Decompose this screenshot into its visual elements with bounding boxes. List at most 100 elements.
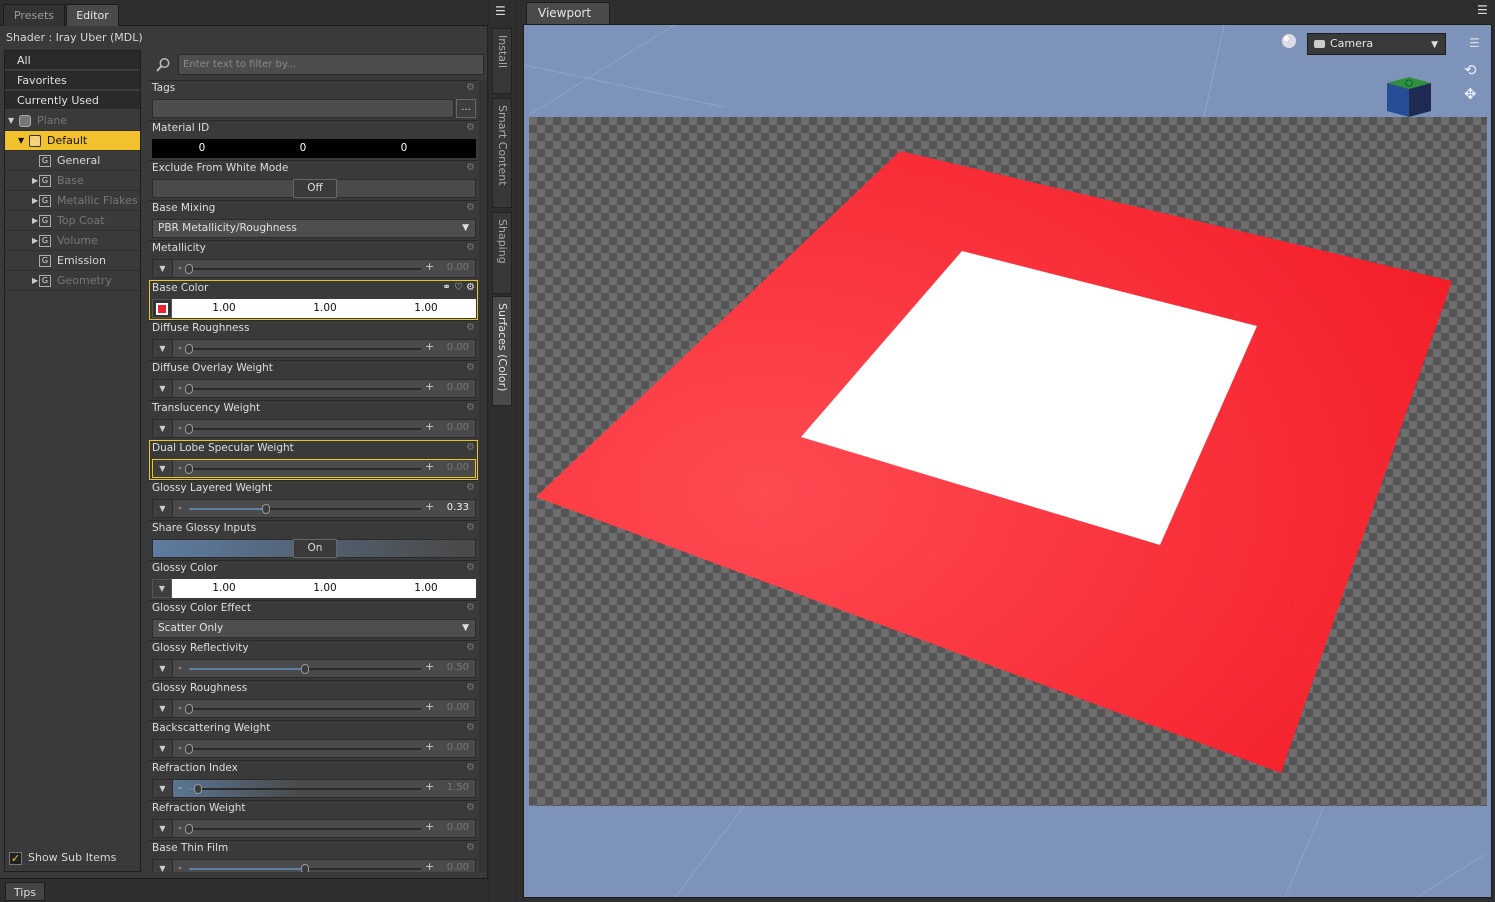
tab-viewport[interactable]: Viewport — [526, 2, 610, 24]
decrement-button[interactable]: - — [178, 701, 182, 714]
chevron-down-icon[interactable]: ▼ — [153, 740, 173, 757]
gear-icon[interactable]: ⚙ — [466, 642, 475, 653]
filter-all[interactable]: All — [5, 51, 140, 70]
property-scrollbar[interactable] — [479, 80, 487, 872]
slider-knob[interactable] — [185, 264, 193, 274]
slider-knob[interactable] — [185, 424, 193, 434]
slider-track[interactable] — [185, 464, 421, 474]
slider-value[interactable]: 0.00 — [447, 742, 469, 753]
glossy-reflectivity-slider[interactable]: ▼ - +0.50 — [152, 659, 476, 678]
gear-icon[interactable]: ⚙ — [466, 402, 475, 413]
slider-value[interactable]: 0.00 — [447, 342, 469, 353]
refraction-index-slider[interactable]: ▼ - +1.50 — [152, 779, 476, 798]
expand-open-icon[interactable]: ▼ — [18, 131, 24, 151]
color-swatch[interactable] — [152, 299, 172, 318]
decrement-button[interactable]: - — [178, 501, 182, 514]
tree-item-top-coat[interactable]: ▶ G Top Coat — [5, 211, 140, 231]
slider-knob[interactable] — [301, 864, 309, 872]
decrement-button[interactable]: - — [178, 821, 182, 834]
decrement-button[interactable]: - — [178, 861, 182, 872]
slider-knob[interactable] — [185, 744, 193, 754]
slider-value[interactable]: 0.00 — [447, 702, 469, 713]
slider-knob[interactable] — [194, 784, 203, 794]
value-field[interactable]: 1.00 — [275, 582, 375, 594]
gear-icon[interactable]: ⚙ — [466, 162, 475, 173]
tree-item-base[interactable]: ▶ G Base — [5, 171, 140, 191]
viewport-options-icon[interactable]: ☰ — [1469, 37, 1483, 49]
exclude-from-white-mode-toggle[interactable]: Off — [152, 179, 476, 198]
tree-item-metallic-flakes[interactable]: ▶ G Metallic Flakes — [5, 191, 140, 211]
increment-button[interactable]: + — [425, 420, 434, 433]
gear-icon[interactable]: ⚙ — [466, 122, 475, 133]
increment-button[interactable]: + — [425, 820, 434, 833]
gear-icon[interactable]: ⚙ — [466, 722, 475, 733]
gear-icon[interactable]: ⚙ — [466, 82, 475, 93]
show-sub-items-checkbox[interactable]: ✓ — [9, 852, 22, 865]
increment-button[interactable]: + — [425, 660, 434, 673]
backscattering-weight-slider[interactable]: ▼ - +0.00 — [152, 739, 476, 758]
slider-knob[interactable] — [185, 464, 193, 474]
tree-item-plane[interactable]: ▼ Plane — [5, 111, 140, 131]
tab-tips[interactable]: Tips — [5, 882, 45, 901]
slider-knob[interactable] — [185, 384, 193, 394]
chevron-down-icon[interactable]: ▼ — [153, 500, 173, 517]
base-color-fields[interactable]: 1.00 1.00 1.00 — [152, 299, 476, 318]
chevron-down-icon[interactable]: ▼ — [153, 340, 173, 357]
chevron-down-icon[interactable]: ▼ — [153, 860, 173, 872]
decrement-button[interactable]: - — [178, 661, 182, 674]
tags-input[interactable] — [152, 99, 454, 118]
base-thin-film-slider[interactable]: ▼ - +0.00 — [152, 859, 476, 872]
slider-knob[interactable] — [185, 344, 193, 354]
slider-track[interactable] — [185, 344, 421, 354]
chevron-down-icon[interactable]: ▼ — [153, 380, 173, 397]
slider-value[interactable]: 0.33 — [447, 502, 469, 513]
slider-value[interactable]: 0.50 — [447, 662, 469, 673]
slider-knob[interactable] — [185, 704, 193, 714]
tree-item-emission[interactable]: G Emission — [5, 251, 140, 271]
slider-track[interactable] — [189, 664, 421, 674]
tree-item-volume[interactable]: ▶ G Volume — [5, 231, 140, 251]
expand-closed-icon[interactable]: ▶ — [32, 211, 38, 231]
side-tab-shaping[interactable]: Shaping — [492, 212, 512, 294]
glossy-roughness-slider[interactable]: ▼ - +0.00 — [152, 699, 476, 718]
tab-presets[interactable]: Presets — [3, 4, 65, 26]
increment-button[interactable]: + — [425, 380, 434, 393]
glossy-color-effect-dropdown[interactable]: Scatter Only ▼ — [152, 619, 476, 638]
slider-track[interactable] — [189, 864, 421, 872]
toggle-state[interactable]: Off — [293, 179, 337, 198]
expand-closed-icon[interactable]: ▶ — [32, 271, 38, 291]
increment-button[interactable]: + — [425, 340, 434, 353]
filter-input[interactable] — [178, 54, 484, 75]
decrement-button[interactable]: - — [178, 781, 182, 794]
tab-editor[interactable]: Editor — [66, 4, 119, 26]
toggle-state[interactable]: On — [293, 539, 337, 558]
increment-button[interactable]: + — [425, 700, 434, 713]
filter-currently-used[interactable]: Currently Used — [5, 91, 140, 110]
chevron-down-icon[interactable]: ▼ — [153, 660, 173, 677]
gear-icon[interactable]: ⚙ — [466, 762, 475, 773]
value-field[interactable]: 0 — [253, 142, 353, 154]
expand-closed-icon[interactable]: ▶ — [32, 171, 38, 191]
decrement-button[interactable]: - — [178, 741, 182, 754]
gear-icon[interactable]: ⚙ — [466, 562, 475, 573]
filter-favorites[interactable]: Favorites — [5, 71, 140, 90]
value-field[interactable]: 1.00 — [174, 582, 274, 594]
chevron-down-icon[interactable]: ▼ — [153, 420, 173, 437]
gear-icon[interactable]: ⚙ — [466, 802, 475, 813]
render-sphere-icon[interactable] — [1280, 32, 1300, 52]
side-tab-install[interactable]: Install — [492, 28, 512, 94]
viewport-menu-icon[interactable]: ☰ — [1477, 4, 1491, 16]
tree-item-geometry[interactable]: ▶ G Geometry — [5, 271, 140, 291]
translucency-weight-slider[interactable]: ▼ - +0.00 — [152, 419, 476, 438]
chevron-down-icon[interactable]: ▼ — [153, 820, 173, 837]
increment-button[interactable]: + — [425, 460, 434, 473]
slider-track[interactable] — [189, 784, 421, 794]
value-field[interactable]: 1.00 — [376, 582, 476, 594]
glossy-color-fields[interactable]: ▼ 1.00 1.00 1.00 — [152, 579, 476, 598]
slider-track[interactable] — [189, 504, 421, 514]
decrement-button[interactable]: - — [178, 421, 182, 434]
gear-icon[interactable]: ⚭ ♡ ⚙ — [442, 282, 475, 293]
slider-value[interactable]: 0.00 — [447, 462, 469, 473]
gear-icon[interactable]: ⚙ — [466, 482, 475, 493]
decrement-button[interactable]: - — [178, 461, 182, 474]
